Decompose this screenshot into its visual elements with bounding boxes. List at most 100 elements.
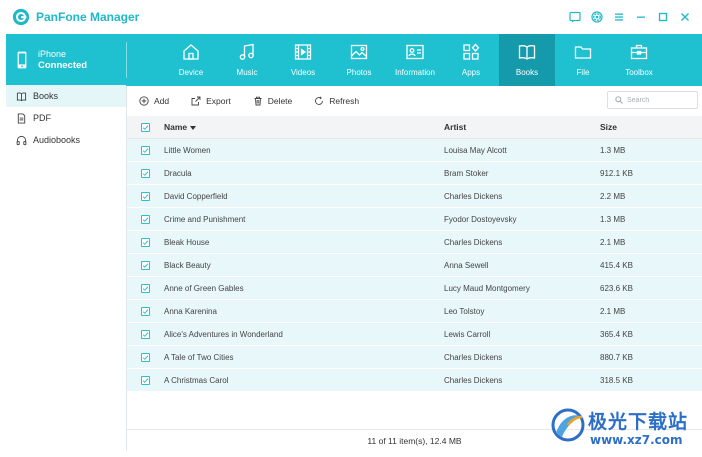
row-checkbox[interactable] [141, 214, 150, 224]
cell-name: A Christmas Carol [164, 375, 229, 385]
cell-artist: Charles Dickens [444, 237, 503, 247]
checkmark-icon [142, 216, 149, 222]
nav-tab-label: Music [236, 68, 258, 77]
cell-artist: Fyodor Dostoyevsky [444, 214, 517, 224]
row-checkbox[interactable] [141, 237, 150, 247]
cell-size: 912.1 KB [600, 168, 633, 178]
sidebar-item-pdf[interactable]: PDF [6, 107, 126, 129]
settings-button[interactable] [588, 8, 606, 26]
sidebar-item-books[interactable]: Books [6, 85, 126, 107]
checkmark-icon [142, 354, 149, 360]
row-checkbox-cell [127, 237, 164, 247]
table-row[interactable]: A Christmas Carol Charles Dickens 318.5 KB [127, 369, 702, 392]
column-header-name[interactable]: Name [164, 122, 444, 132]
row-checkbox[interactable] [141, 168, 150, 178]
cell-artist: Lewis Carroll [444, 329, 491, 339]
table-row[interactable]: Anna Karenina Leo Tolstoy 2.1 MB [127, 300, 702, 323]
cell-name: A Tale of Two Cities [164, 352, 234, 362]
cell-size: 415.4 KB [600, 260, 633, 270]
nav-tab-music[interactable]: Music [219, 34, 275, 86]
row-checkbox[interactable] [141, 191, 150, 201]
column-header-size[interactable]: Size [600, 122, 700, 132]
table-row[interactable]: Alice's Adventures in Wonderland Lewis Ca… [127, 323, 702, 346]
contact-card-icon [406, 44, 424, 60]
menu-button[interactable] [610, 8, 628, 26]
row-checkbox[interactable] [141, 375, 150, 385]
document-icon [17, 112, 26, 124]
phone-icon [17, 51, 27, 69]
nav-tab-apps[interactable]: Apps [443, 34, 499, 86]
device-name: iPhone [38, 49, 67, 59]
refresh-button[interactable]: Refresh [314, 96, 359, 106]
column-header-artist[interactable]: Artist [444, 122, 600, 132]
nav-tab-file[interactable]: File [555, 34, 611, 86]
select-all-checkbox[interactable] [141, 122, 150, 132]
device-status: Connected [38, 60, 88, 71]
cell-size: 318.5 KB [600, 375, 633, 385]
device-info: iPhone Connected [38, 48, 87, 72]
chat-icon [569, 11, 581, 23]
cell-name: Anne of Green Gables [164, 283, 244, 293]
search-icon [615, 96, 623, 104]
maximize-button[interactable] [654, 8, 672, 26]
cell-size: 1.3 MB [600, 214, 626, 224]
nav-tab-label: Information [394, 68, 436, 77]
row-checkbox[interactable] [141, 306, 150, 316]
table-row[interactable]: David Copperfield Charles Dickens 2.2 MB [127, 185, 702, 208]
table-row[interactable]: Anne of Green Gables Lucy Maud Montgomery… [127, 277, 702, 300]
cell-name: Little Women [164, 145, 211, 155]
cell-artist: Louisa May Alcott [444, 145, 507, 155]
device-status-panel[interactable]: iPhone Connected [6, 34, 126, 86]
row-checkbox[interactable] [141, 329, 150, 339]
search-box[interactable] [607, 91, 698, 109]
cell-name: David Copperfield [164, 191, 228, 201]
table-row[interactable]: Black Beauty Anna Sewell 415.4 KB [127, 254, 702, 277]
checkmark-icon [142, 147, 149, 153]
delete-button-label: Delete [267, 96, 293, 106]
maximize-icon [658, 12, 668, 22]
feedback-button[interactable] [566, 8, 584, 26]
row-checkbox-cell [127, 145, 164, 155]
refresh-icon [315, 96, 324, 105]
open-book-icon [518, 45, 536, 60]
column-header-label: Size [600, 122, 618, 132]
nav-tab-information[interactable]: Information [387, 34, 443, 86]
nav-tab-photos[interactable]: Photos [331, 34, 387, 86]
row-checkbox[interactable] [141, 352, 150, 362]
checkmark-icon [142, 124, 149, 130]
table-row[interactable]: Dracula Bram Stoker 912.1 KB [127, 162, 702, 185]
table-body: Little Women Louisa May Alcott 1.3 MB Dracu… [127, 139, 702, 392]
add-button[interactable]: Add [139, 96, 169, 106]
cell-size: 2.2 MB [600, 191, 626, 201]
row-checkbox-cell [127, 352, 164, 362]
minimize-button[interactable] [632, 8, 650, 26]
app-title: PanFone Manager [36, 10, 140, 24]
nav-tab-device[interactable]: Device [163, 34, 219, 86]
row-checkbox-cell [127, 375, 164, 385]
watermark-brand: 极光下载站 [588, 411, 689, 433]
delete-button[interactable]: Delete [253, 96, 293, 106]
column-header-label: Name [164, 122, 188, 132]
nav-tab-label: File [576, 68, 590, 77]
nav-tab-videos[interactable]: Videos [275, 34, 331, 86]
cell-artist: Charles Dickens [444, 375, 503, 385]
book-icon [16, 92, 27, 101]
export-button[interactable]: Export [191, 96, 231, 106]
nav-tab-toolbox[interactable]: Toolbox [611, 34, 667, 86]
watermark-logo-icon [551, 408, 585, 442]
row-checkbox[interactable] [141, 260, 150, 270]
sidebar-item-audiobooks[interactable]: Audiobooks [6, 129, 126, 151]
table-row[interactable]: A Tale of Two Cities Charles Dickens 880.7… [127, 346, 702, 369]
row-checkbox[interactable] [141, 283, 150, 293]
table-row[interactable]: Little Women Louisa May Alcott 1.3 MB [127, 139, 702, 162]
main-header: iPhone Connected Device Music Videos Pho… [6, 34, 702, 86]
checkmark-icon [142, 285, 149, 291]
search-input[interactable] [627, 96, 697, 104]
table-row[interactable]: Bleak House Charles Dickens 2.1 MB [127, 231, 702, 254]
cell-artist: Charles Dickens [444, 352, 503, 362]
nav-tab-label: Apps [461, 68, 481, 77]
nav-tab-books[interactable]: Books [499, 34, 555, 86]
close-button[interactable] [676, 8, 694, 26]
row-checkbox[interactable] [141, 145, 150, 155]
table-row[interactable]: Crime and Punishment Fyodor Dostoyevsky 1.… [127, 208, 702, 231]
